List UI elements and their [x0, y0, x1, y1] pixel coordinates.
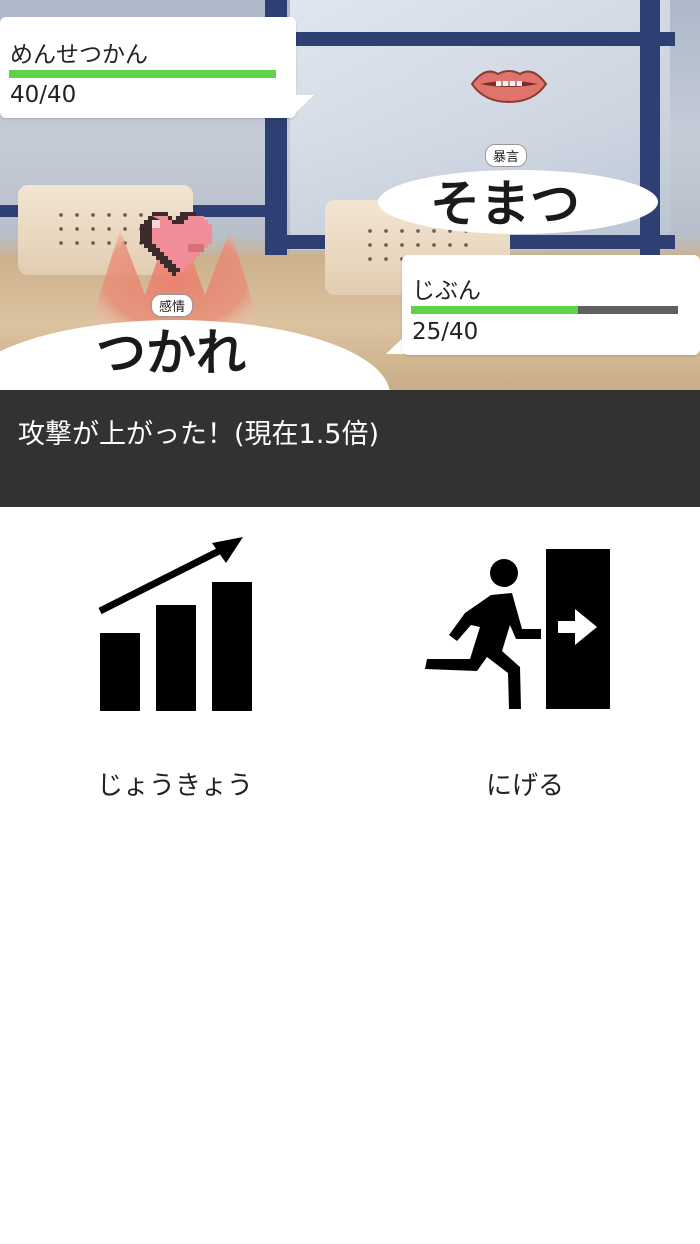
enemy-hp-fill — [9, 70, 276, 78]
player-emotion-name: つかれ — [96, 324, 246, 382]
flee-command-button[interactable]: にげる — [350, 507, 700, 837]
battle-scene: めんせつかん 40/40 暴言 そまつ じぶん 25/40 感情 つかれ — [0, 0, 700, 390]
status-command-button[interactable]: じょうきょう — [0, 507, 350, 837]
lips-icon — [470, 70, 548, 104]
player-name: じぶん — [412, 278, 481, 304]
window-frame — [285, 32, 675, 46]
player-hp-text: 25/40 — [412, 319, 479, 345]
message-box: 攻撃が上がった！(現在1.5倍) — [0, 390, 700, 507]
enemy-status-panel: めんせつかん 40/40 — [0, 17, 296, 118]
status-command-label: じょうきょう — [96, 771, 253, 801]
enemy-panel-tail — [290, 95, 314, 118]
player-status-panel: じぶん 25/40 — [402, 255, 700, 355]
player-hp-fill — [411, 306, 578, 314]
enemy-attack-name: そまつ — [430, 175, 580, 233]
window-frame — [640, 0, 660, 255]
enemy-hp-bar — [9, 70, 276, 78]
bar-chart-rising-icon — [98, 537, 252, 711]
emergency-exit-icon — [425, 549, 610, 709]
heart-icon — [140, 212, 212, 276]
player-hp-bar — [411, 306, 678, 314]
flee-command-label: にげる — [485, 771, 564, 801]
enemy-hp-text: 40/40 — [10, 82, 77, 108]
battle-message: 攻撃が上がった！(現在1.5倍) — [18, 419, 380, 450]
enemy-name: めんせつかん — [10, 42, 148, 68]
